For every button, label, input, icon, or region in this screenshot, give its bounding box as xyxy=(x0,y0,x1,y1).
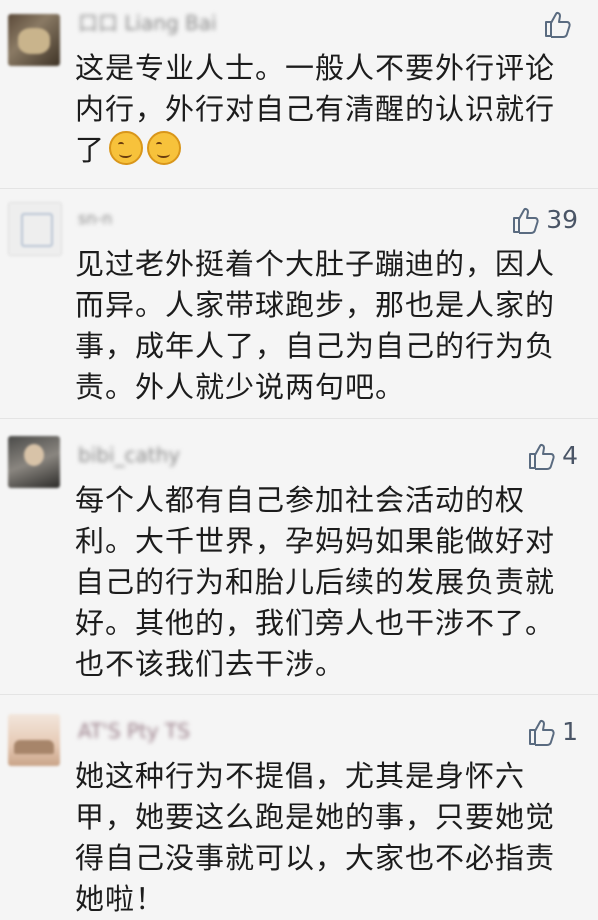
like-count: 39 xyxy=(546,205,578,234)
avatar[interactable] xyxy=(8,714,60,766)
thumbs-up-icon xyxy=(526,717,556,747)
avatar[interactable] xyxy=(8,202,62,256)
thumbs-up-icon xyxy=(542,9,572,39)
divider xyxy=(0,188,598,189)
like-button[interactable]: 1 xyxy=(526,714,578,750)
comment-author[interactable]: 口口 Liang Bai xyxy=(78,10,217,36)
comment-line: 自己的行为和胎儿后续的发展负责就 xyxy=(75,565,556,599)
divider xyxy=(0,418,598,419)
avatar[interactable] xyxy=(8,14,60,66)
comment-line: 利。大千世界，孕妈妈如果能做好对 xyxy=(75,524,556,558)
comment-text: 她这种行为不提倡，尤其是身怀六 甲，她要这么跑是她的事，只要她觉 得自己没事就可… xyxy=(75,756,575,920)
avatar[interactable] xyxy=(8,436,60,488)
comment-item: 口口 Liang Bai 这是专业人士。一般人不要外行评论 内行，外行对自己有清… xyxy=(0,4,598,184)
comment-item: AT'S Pty TS 1 她这种行为不提倡，尤其是身怀六 甲，她要这么跑是她的… xyxy=(0,712,598,916)
thinking-face-icon xyxy=(147,131,182,165)
comment-line: 这是专业人士。一般人不要外行评论 xyxy=(75,51,556,85)
comment-author[interactable]: bibi_cathy xyxy=(78,442,180,468)
comment-line: 每个人都有自己参加社会活动的权 xyxy=(75,483,526,517)
comment-text: 见过老外挺着个大肚子蹦迪的，因人 而异。人家带球跑步，那也是人家的 事，成年人了… xyxy=(75,244,575,408)
like-count: 1 xyxy=(562,717,578,746)
like-button[interactable]: 4 xyxy=(526,438,578,474)
thumbs-up-icon xyxy=(510,205,540,235)
comment-line: 好。其他的，我们旁人也干涉不了。 xyxy=(75,606,556,640)
comment-line: 也不该我们去干涉。 xyxy=(75,647,346,681)
comment-author[interactable]: AT'S Pty TS xyxy=(78,718,190,744)
comment-line: 责。外人就少说两句吧。 xyxy=(75,370,406,404)
like-button[interactable] xyxy=(542,6,578,42)
thinking-face-icon xyxy=(109,131,144,165)
comment-line-text: 了 xyxy=(75,133,106,167)
comment-item: bibi_cathy 4 每个人都有自己参加社会活动的权 利。大千世界，孕妈妈如… xyxy=(0,436,598,681)
thumbs-up-icon xyxy=(526,441,556,471)
comment-item: sn-n 39 见过老外挺着个大肚子蹦迪的，因人 而异。人家带球跑步，那也是人家… xyxy=(0,200,598,404)
like-count: 4 xyxy=(562,441,578,470)
comment-line: 她啦！ xyxy=(75,882,166,916)
comment-line: 甲，她要这么跑是她的事，只要她觉 xyxy=(75,800,556,834)
divider xyxy=(0,694,598,695)
comment-line: 了 xyxy=(75,130,575,171)
comment-author[interactable]: sn-n xyxy=(78,206,112,232)
comment-line: 内行，外行对自己有清醒的认识就行 xyxy=(75,92,556,126)
comment-text: 这是专业人士。一般人不要外行评论 内行，外行对自己有清醒的认识就行 了 xyxy=(75,48,575,171)
like-button[interactable]: 39 xyxy=(510,202,578,238)
comment-line: 得自己没事就可以，大家也不必指责 xyxy=(75,841,556,875)
comment-text: 每个人都有自己参加社会活动的权 利。大千世界，孕妈妈如果能做好对 自己的行为和胎… xyxy=(75,480,575,685)
comment-line: 见过老外挺着个大肚子蹦迪的，因人 xyxy=(75,247,556,281)
comment-line: 而异。人家带球跑步，那也是人家的 xyxy=(75,288,556,322)
comment-list: 口口 Liang Bai 这是专业人士。一般人不要外行评论 内行，外行对自己有清… xyxy=(0,0,598,916)
comment-line: 事，成年人了，自己为自己的行为负 xyxy=(75,329,556,363)
comment-line: 她这种行为不提倡，尤其是身怀六 xyxy=(75,759,526,793)
